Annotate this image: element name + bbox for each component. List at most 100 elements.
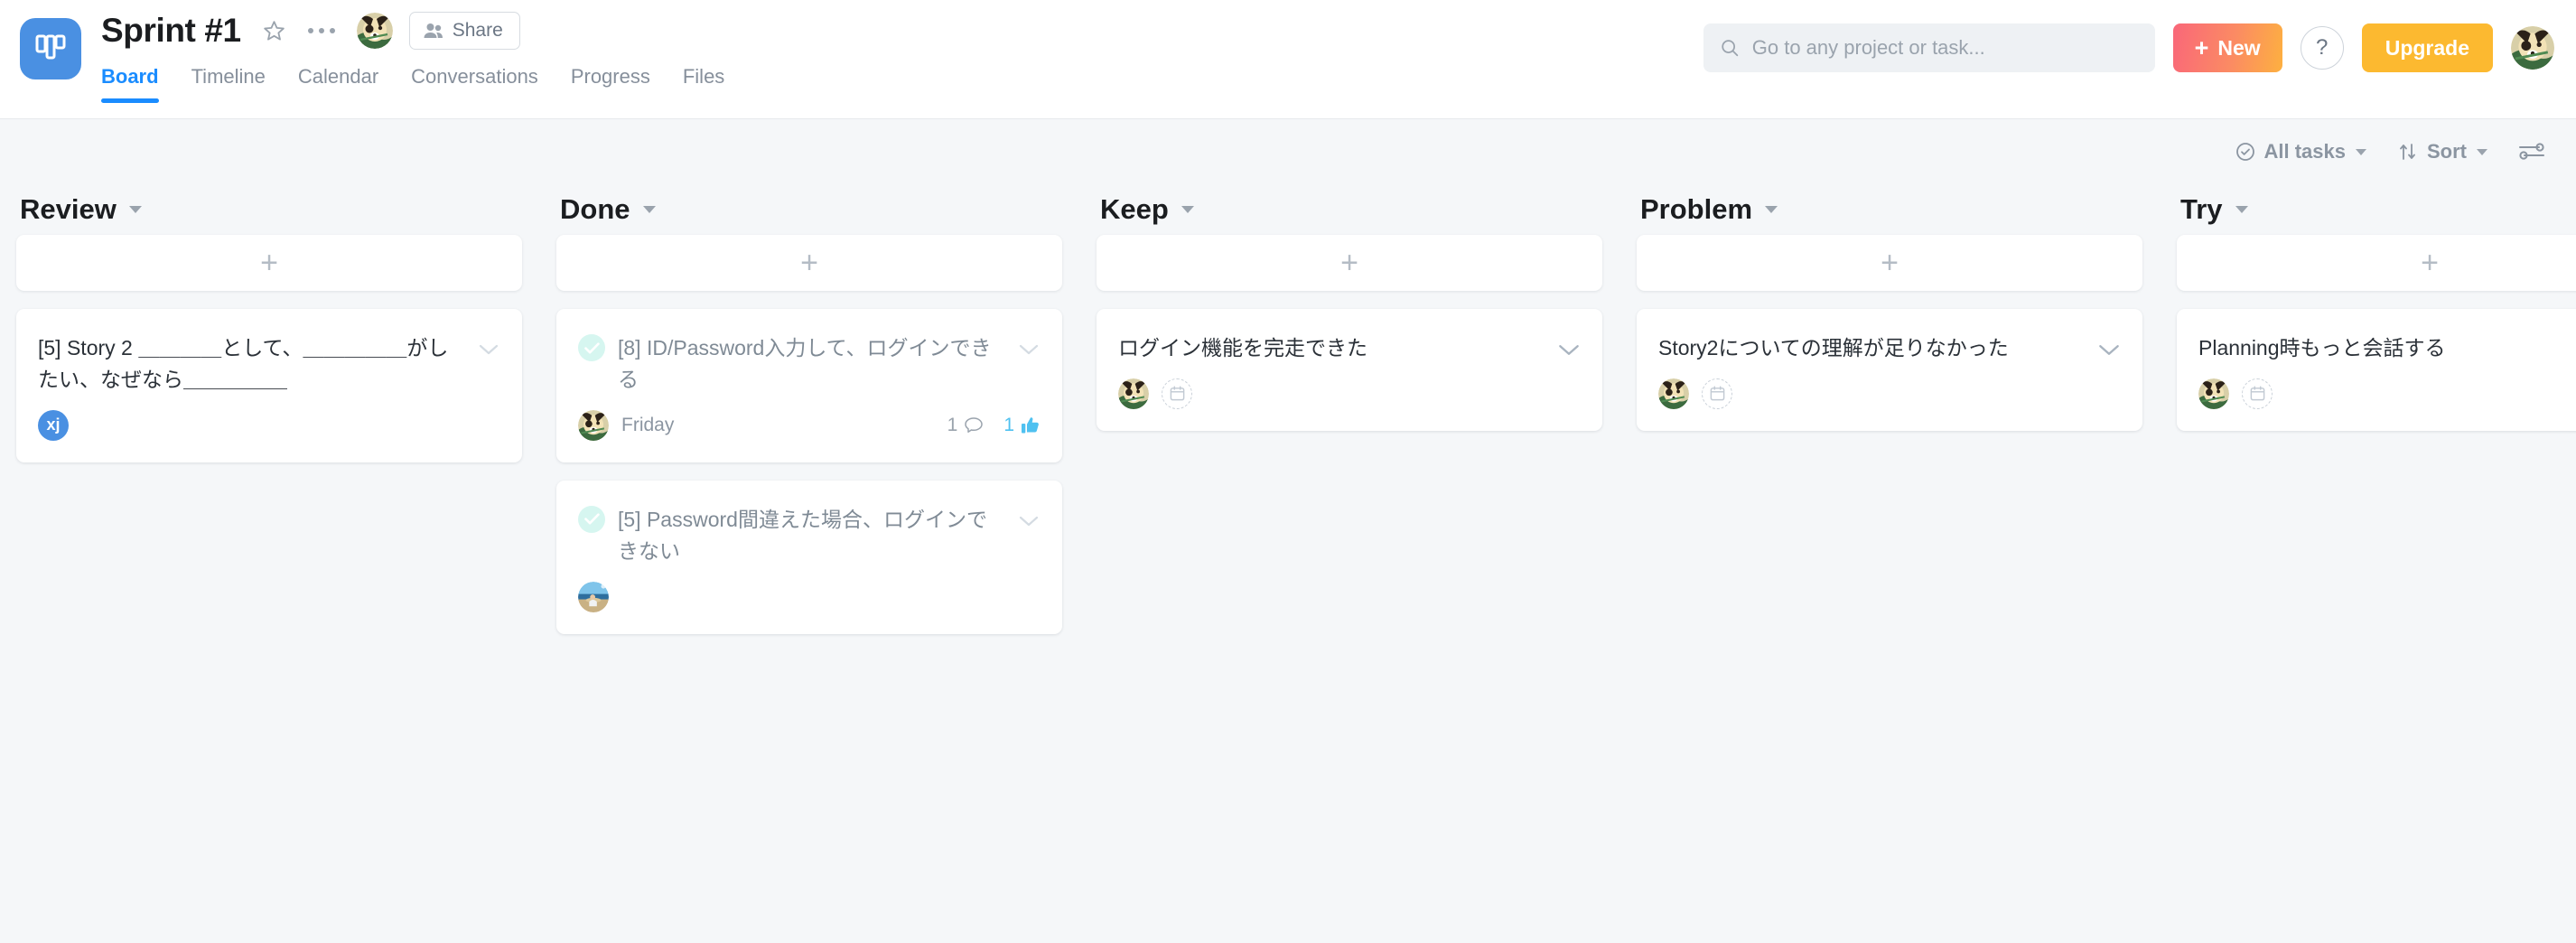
- chevron-down-icon[interactable]: [1557, 338, 1581, 361]
- assignee-avatar[interactable]: [1118, 378, 1149, 409]
- card-meta: [578, 581, 1041, 612]
- view-settings-button[interactable]: [2518, 140, 2545, 163]
- page-title: Sprint #1: [101, 12, 241, 49]
- plus-icon: +: [2421, 246, 2439, 280]
- assignee-avatar[interactable]: [578, 409, 609, 441]
- kanban-board: Review + [5] Story 2 ＿＿＿＿として、＿＿＿＿＿がしたい、な…: [0, 184, 2576, 943]
- card-meta: Friday 1 1: [578, 409, 1041, 441]
- add-due-date-button[interactable]: [1702, 378, 1732, 409]
- dog-avatar: [2511, 26, 2554, 70]
- board-toolbar: All tasks Sort: [0, 119, 2576, 184]
- search-input[interactable]: [1751, 36, 2139, 60]
- complete-checkmark-icon[interactable]: [578, 334, 605, 361]
- header-actions: + New ? Upgrade: [1703, 23, 2554, 72]
- share-button[interactable]: Share: [408, 12, 520, 50]
- owner-avatar[interactable]: [356, 13, 393, 49]
- task-card[interactable]: ログイン機能を完走できた: [1097, 309, 1602, 431]
- card-top-row: Story2についての理解が足りなかった: [1658, 332, 2121, 364]
- dog-avatar: [356, 13, 393, 49]
- dog-avatar: [578, 409, 609, 441]
- tab-calendar[interactable]: Calendar: [298, 60, 378, 103]
- column-title: Done: [560, 193, 630, 225]
- add-card-button[interactable]: +: [16, 235, 522, 291]
- tab-files[interactable]: Files: [683, 60, 724, 103]
- calendar-icon: [1710, 386, 1724, 401]
- tab-board[interactable]: Board: [101, 60, 159, 103]
- chevron-down-icon[interactable]: [1017, 509, 1041, 533]
- task-card[interactable]: [5] Password間違えた場合、ログインできない: [556, 480, 1062, 634]
- column-header: Done: [556, 184, 1062, 235]
- comment-count-value: 1: [947, 414, 958, 435]
- chevron-down-icon[interactable]: [2097, 338, 2121, 361]
- column-header: Try: [2177, 184, 2576, 235]
- like-count[interactable]: 1: [1003, 415, 1041, 436]
- board-column-try: Try + Planning時もっと会話する: [2177, 184, 2576, 449]
- card-meta: [2198, 378, 2576, 409]
- people-icon: [424, 23, 443, 38]
- chevron-down-icon[interactable]: [477, 338, 500, 361]
- app-logo[interactable]: [20, 18, 81, 79]
- plus-icon: +: [1881, 246, 1899, 280]
- check-circle-icon: [2235, 143, 2254, 161]
- comment-count[interactable]: 1: [947, 415, 985, 436]
- task-card[interactable]: [5] Story 2 ＿＿＿＿として、＿＿＿＿＿がしたい、なぜなら＿＿＿＿＿ …: [16, 309, 522, 462]
- help-button[interactable]: ?: [2300, 26, 2344, 70]
- card-top-row: Planning時もっと会話する: [2198, 332, 2576, 364]
- card-title: [8] ID/Password入力して、ログインできる: [618, 336, 992, 391]
- assignee-avatar[interactable]: [578, 581, 609, 612]
- calendar-icon: [2250, 386, 2264, 401]
- task-card[interactable]: [8] ID/Password入力して、ログインできる Friday 1 1: [556, 309, 1062, 462]
- add-due-date-button[interactable]: [2242, 378, 2273, 409]
- new-button-label: New: [2217, 35, 2261, 60]
- sort-button[interactable]: Sort: [2397, 140, 2487, 163]
- tab-progress[interactable]: Progress: [571, 60, 650, 103]
- assignee-avatar[interactable]: xj: [38, 409, 69, 441]
- chevron-down-icon[interactable]: [1765, 206, 1778, 213]
- complete-checkmark-icon[interactable]: [578, 505, 605, 533]
- search-icon: [1721, 40, 1738, 57]
- upgrade-button[interactable]: Upgrade: [2361, 23, 2493, 72]
- column-header: Problem: [1637, 184, 2142, 235]
- top-header-bar: Sprint #1 Share Board Timeline Calendar …: [0, 0, 2576, 119]
- chevron-down-icon[interactable]: [1181, 206, 1194, 213]
- column-title: Review: [20, 193, 117, 225]
- task-card[interactable]: Planning時もっと会話する: [2177, 309, 2576, 431]
- ellipsis-icon[interactable]: [303, 12, 341, 50]
- chevron-down-icon[interactable]: [642, 206, 656, 213]
- column-title: Try: [2180, 193, 2223, 225]
- card-title: Planning時もっと会話する: [2198, 336, 2446, 359]
- chevron-down-icon[interactable]: [1017, 338, 1041, 361]
- board-column-problem: Problem + Story2についての理解が足りなかった: [1637, 184, 2142, 449]
- card-meta: xj: [38, 409, 500, 441]
- chevron-down-icon: [2477, 148, 2487, 155]
- add-card-button[interactable]: +: [2177, 235, 2576, 291]
- add-card-button[interactable]: +: [1097, 235, 1602, 291]
- add-card-button[interactable]: +: [1637, 235, 2142, 291]
- board-column-done: Done + [8] ID/Password入力して、ログインできる Frida…: [556, 184, 1062, 652]
- assignee-avatar[interactable]: [2198, 378, 2229, 409]
- tab-conversations[interactable]: Conversations: [411, 60, 538, 103]
- chevron-down-icon[interactable]: [2235, 206, 2248, 213]
- due-date-label[interactable]: Friday: [621, 415, 674, 436]
- search-box[interactable]: [1703, 23, 2155, 72]
- chevron-down-icon[interactable]: [128, 206, 142, 213]
- plus-icon: +: [260, 246, 278, 280]
- tab-timeline[interactable]: Timeline: [191, 60, 266, 103]
- card-top-row: [8] ID/Password入力して、ログインできる: [578, 332, 1041, 396]
- avatar[interactable]: [2511, 26, 2554, 70]
- card-top-row: [5] Password間違えた場合、ログインできない: [578, 504, 1041, 567]
- assignee-avatar[interactable]: [1658, 378, 1689, 409]
- card-title: [5] Password間違えた場合、ログインできない: [618, 507, 987, 563]
- add-due-date-button[interactable]: [1162, 378, 1192, 409]
- comment-icon: [965, 417, 984, 433]
- card-title: ログイン機能を完走できた: [1118, 336, 1367, 359]
- new-button[interactable]: + New: [2172, 23, 2282, 72]
- star-icon[interactable]: [256, 12, 294, 50]
- task-card[interactable]: Story2についての理解が足りなかった: [1637, 309, 2142, 431]
- sliders-icon: [2519, 143, 2544, 160]
- column-header: Review: [16, 184, 522, 235]
- add-card-button[interactable]: +: [556, 235, 1062, 291]
- filter-all-tasks-button[interactable]: All tasks: [2235, 140, 2366, 163]
- dog-avatar: [1118, 378, 1149, 409]
- card-meta: [1658, 378, 2121, 409]
